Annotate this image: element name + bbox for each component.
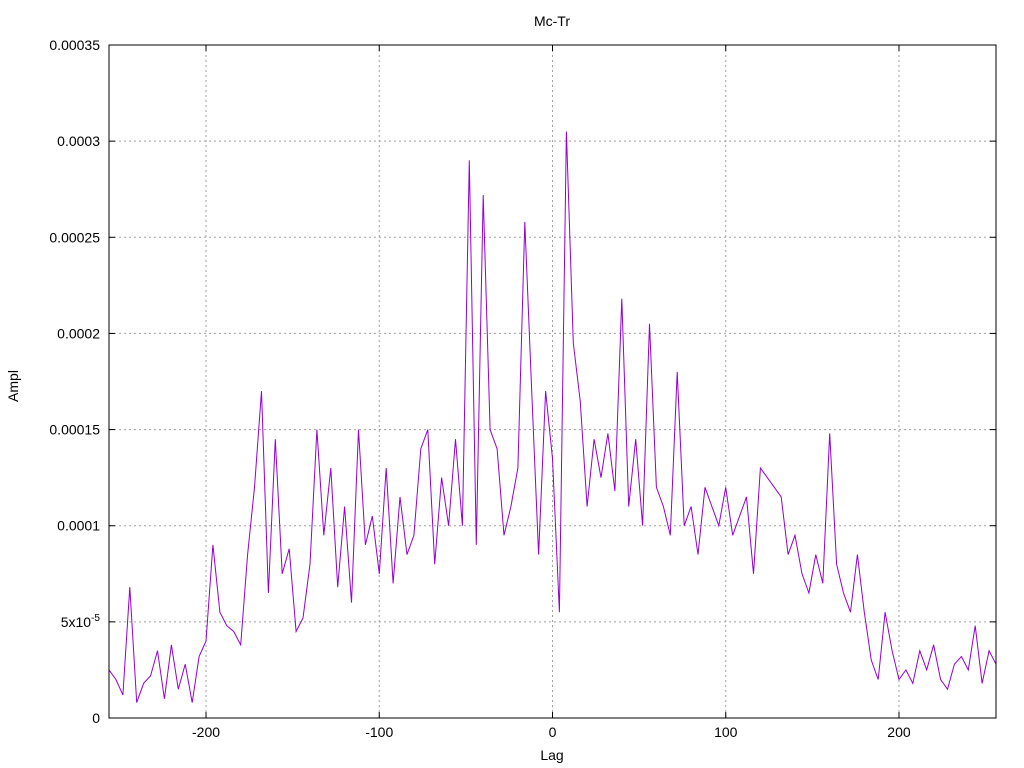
y-tick-label: 0.0001 xyxy=(57,518,100,534)
y-axis-label: Ampl xyxy=(5,370,21,402)
y-tick-label: 0.00015 xyxy=(49,422,100,438)
axis-ticks: -200 -100 0 100 200 0 5x10-5 0.0001 0.00015 0.000… xyxy=(49,37,996,740)
x-tick-label: 0 xyxy=(549,724,557,740)
y-tick-label-text: 0.0002 xyxy=(57,325,100,341)
y-tick-label-text: 0.0003 xyxy=(57,133,100,149)
x-tick-label: 200 xyxy=(887,724,911,740)
y-tick-label-text: 0.00015 xyxy=(49,422,100,438)
chart: Mc-Tr -200 -100 0 100 200 0 5x10-5 0.0001 0.0001… xyxy=(5,13,997,763)
grid xyxy=(109,45,996,718)
x-tick-label: -100 xyxy=(365,724,393,740)
y-tick-label: 0.00025 xyxy=(49,229,100,245)
y-tick-label-exponent: -5 xyxy=(91,613,100,624)
y-tick-label-text: 0.00025 xyxy=(49,229,100,245)
y-tick-label: 0.00035 xyxy=(49,37,100,53)
x-axis-label: Lag xyxy=(540,747,563,763)
y-tick-label: 0 xyxy=(92,710,100,726)
chart-title: Mc-Tr xyxy=(534,13,570,29)
x-tick-label: -200 xyxy=(192,724,220,740)
y-tick-label: 0.0002 xyxy=(57,325,100,341)
y-tick-label-text: 5x10 xyxy=(61,614,92,630)
y-tick-label-text: 0 xyxy=(92,710,100,726)
y-tick-label: 5x10-5 xyxy=(61,613,101,630)
x-tick-label: 100 xyxy=(714,724,738,740)
y-tick-label: 0.0003 xyxy=(57,133,100,149)
y-tick-label-text: 0.0001 xyxy=(57,518,100,534)
y-tick-label-text: 0.00035 xyxy=(49,37,100,53)
